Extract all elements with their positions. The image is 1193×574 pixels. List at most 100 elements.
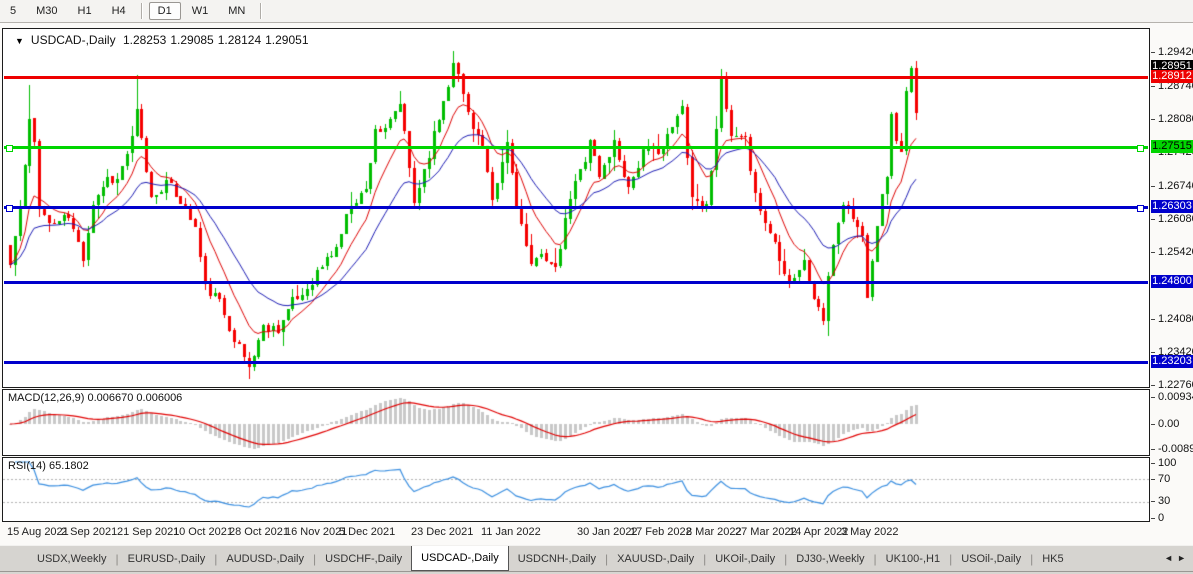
- ohlc-close: 1.29051: [265, 33, 308, 47]
- axis-tick: [1151, 501, 1155, 502]
- support-line-green[interactable]: [4, 146, 1148, 149]
- ohlc-low: 1.28124: [218, 33, 261, 47]
- date-label: 8 Mar 2022: [686, 526, 742, 538]
- collapse-icon[interactable]: ▼: [15, 36, 24, 46]
- level-line-blue-3[interactable]: [4, 361, 1148, 364]
- price-axis[interactable]: 1.294201.287401.280801.274201.267401.260…: [1151, 23, 1193, 545]
- rsi-canvas[interactable]: [3, 458, 1149, 521]
- timeframe-button-m30[interactable]: M30: [27, 2, 66, 20]
- date-label: 30 Jan 2022: [577, 526, 638, 538]
- timeframe-button-5[interactable]: 5: [1, 2, 25, 20]
- axis-tick: [1151, 479, 1155, 480]
- blue-line-badge-1: 1.26303: [1151, 200, 1193, 213]
- chart-window: ▼ USDCAD-,Daily 1.28253 1.29085 1.28124 1.29…: [0, 23, 1193, 545]
- mt4-terminal: 5M30H1H4 D1W1MN ▼ USDCAD-,Daily 1.28253 1.2…: [0, 0, 1193, 574]
- macd-values: 0.006670 0.006006: [87, 392, 182, 404]
- timeframe-button-h4[interactable]: H4: [103, 2, 135, 20]
- date-label: 17 Feb 2022: [630, 526, 692, 538]
- axis-tick: [1151, 397, 1155, 398]
- axis-tick: [1151, 186, 1155, 187]
- price-pane[interactable]: ▼ USDCAD-,Daily 1.28253 1.29085 1.28124 1.29…: [2, 28, 1150, 388]
- tab-usdcad-daily[interactable]: USDCAD-,Daily: [411, 546, 509, 571]
- macd-name: MACD(12,26,9): [8, 392, 84, 404]
- blue-line-badge-3: 1.23203: [1151, 355, 1193, 368]
- toolbar-separator: [141, 3, 143, 19]
- macd-axis-label: 0.009345: [1158, 391, 1193, 404]
- chart-tabs: USDX,Weekly|EURUSD-,Daily|AUDUSD-,Daily|…: [0, 545, 1193, 572]
- axis-tick: [1151, 424, 1155, 425]
- date-label: 21 Sep 2021: [117, 526, 179, 538]
- axis-tick: [1151, 319, 1155, 320]
- level-line-blue-2[interactable]: [4, 281, 1148, 284]
- date-label: 15 Aug 2021: [7, 526, 69, 538]
- ohlc-open: 1.28253: [123, 33, 166, 47]
- tab-uk100-h1[interactable]: UK100-,H1: [877, 548, 949, 571]
- axis-tick: [1151, 352, 1155, 353]
- date-label: 23 Dec 2021: [411, 526, 473, 538]
- axis-tick: [1151, 119, 1155, 120]
- tab-scroll-arrows[interactable]: ◄►: [1164, 553, 1190, 563]
- macd-label: MACD(12,26,9) 0.006670 0.006006: [8, 392, 182, 404]
- tab-usoil-daily[interactable]: USOil-,Daily: [952, 548, 1030, 571]
- price-axis-label: 1.24080: [1158, 313, 1193, 326]
- red-line-badge: 1.28912: [1151, 70, 1193, 83]
- axis-tick: [1151, 52, 1155, 53]
- timeframe-button-w1[interactable]: W1: [183, 2, 218, 20]
- price-axis-label: 1.28080: [1158, 113, 1193, 126]
- date-label: 14 Apr 2022: [789, 526, 848, 538]
- level-line-blue-1[interactable]: [4, 206, 1148, 209]
- rsi-axis-label: 0: [1158, 512, 1164, 525]
- price-axis-label: 1.29420: [1158, 46, 1193, 59]
- axis-tick: [1151, 463, 1155, 464]
- level-line-blue-1-handle[interactable]: [1137, 205, 1144, 212]
- timeframe-toolbar: 5M30H1H4 D1W1MN: [0, 0, 1193, 23]
- date-label: 2 Sep 2021: [61, 526, 117, 538]
- date-label: 3 May 2022: [841, 526, 898, 538]
- tab-usdx-weekly[interactable]: USDX,Weekly: [28, 548, 115, 571]
- tab-usdcnh-daily[interactable]: USDCNH-,Daily: [509, 548, 605, 571]
- ohlc-high: 1.29085: [170, 33, 213, 47]
- time-axis[interactable]: 15 Aug 20212 Sep 202121 Sep 202110 Oct 2…: [2, 522, 1150, 544]
- macd-axis-label: 0.00: [1158, 418, 1179, 431]
- tab-dj30-weekly[interactable]: DJ30-,Weekly: [787, 548, 873, 571]
- axis-tick: [1151, 449, 1155, 450]
- chart-title: USDCAD-,Daily: [31, 33, 116, 47]
- tab-ukoil-daily[interactable]: UKOil-,Daily: [706, 548, 784, 571]
- support-line-green-handle[interactable]: [1137, 145, 1144, 152]
- timeframe-button-d1[interactable]: D1: [149, 2, 181, 20]
- resistance-line-red[interactable]: [4, 76, 1148, 79]
- level-line-blue-1-handle[interactable]: [6, 205, 13, 212]
- tab-xauusd-daily[interactable]: XAUUSD-,Daily: [608, 548, 703, 571]
- price-axis-label: 1.26080: [1158, 213, 1193, 226]
- axis-tick: [1151, 385, 1155, 386]
- blue-line-badge-2: 1.24800: [1151, 275, 1193, 288]
- price-axis-label: 1.26740: [1158, 180, 1193, 193]
- rsi-axis-label: 70: [1158, 473, 1170, 486]
- rsi-value: 65.1802: [49, 460, 89, 472]
- support-line-green-handle[interactable]: [6, 145, 13, 152]
- date-label: 11 Jan 2022: [481, 526, 541, 538]
- tab-audusd-daily[interactable]: AUDUSD-,Daily: [217, 548, 313, 571]
- date-label: 5 Dec 2021: [339, 526, 395, 538]
- axis-tick: [1151, 252, 1155, 253]
- macd-pane[interactable]: MACD(12,26,9) 0.006670 0.006006: [2, 389, 1150, 456]
- tab-hk5[interactable]: HK5: [1033, 548, 1072, 571]
- timeframe-button-h1[interactable]: H1: [69, 2, 101, 20]
- tab-eurusd-daily[interactable]: EURUSD-,Daily: [119, 548, 215, 571]
- date-label: 28 Oct 2021: [229, 526, 289, 538]
- green-line-badge: 1.27515: [1151, 140, 1193, 153]
- price-axis-label: 1.25420: [1158, 246, 1193, 259]
- timeframe-button-mn[interactable]: MN: [219, 2, 254, 20]
- date-label: 27 Mar 2022: [735, 526, 797, 538]
- rsi-name: RSI(14): [8, 460, 46, 472]
- rsi-axis-label: 30: [1158, 495, 1170, 508]
- axis-tick: [1151, 219, 1155, 220]
- axis-tick: [1151, 518, 1155, 519]
- rsi-pane[interactable]: RSI(14) 65.1802: [2, 457, 1150, 522]
- macd-axis-label: -0.008902: [1158, 443, 1193, 456]
- toolbar-separator: [260, 3, 262, 19]
- chart-header: ▼ USDCAD-,Daily 1.28253 1.29085 1.28124 1.29…: [15, 33, 313, 47]
- axis-tick: [1151, 86, 1155, 87]
- tab-usdchf-daily[interactable]: USDCHF-,Daily: [316, 548, 411, 571]
- date-label: 10 Oct 2021: [173, 526, 233, 538]
